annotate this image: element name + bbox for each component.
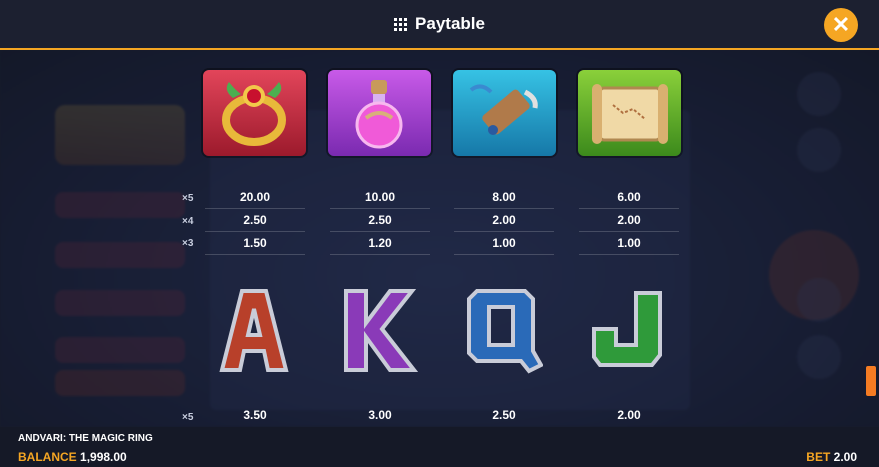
symbol-letter-k: [338, 285, 418, 375]
k-pay-x5: 3.00: [368, 408, 392, 422]
j-pay-x5: 2.00: [617, 408, 641, 422]
bet-value: 2.00: [833, 450, 857, 464]
ring-icon: [222, 82, 286, 146]
potion-pay-x3: 1.20: [368, 236, 392, 250]
ring-pay-x3: 1.50: [243, 236, 267, 250]
close-button[interactable]: ✕: [824, 8, 858, 42]
potion-pay-x4: 2.50: [368, 213, 392, 227]
horn-pay-x5: 8.00: [492, 190, 516, 204]
balance-label: BALANCE: [18, 450, 77, 464]
row-divider: [330, 231, 430, 232]
row-divider: [454, 231, 554, 232]
footer-bar: ANDVARI: THE MAGIC RING BALANCE 1,998.00…: [0, 427, 879, 467]
balance-display: BALANCE 1,998.00: [18, 450, 127, 464]
letter-q-icon: [467, 289, 543, 374]
row-divider: [579, 208, 679, 209]
map-scroll-icon: [592, 84, 668, 144]
page-title: Paytable: [415, 14, 485, 33]
close-icon: ✕: [831, 12, 851, 37]
letter-j-icon: [592, 291, 662, 367]
row-divider: [205, 254, 305, 255]
letter-a-icon: [219, 289, 289, 372]
symbol-letter-q: [463, 285, 543, 375]
symbol-ring: [203, 70, 306, 156]
symbol-map: [578, 70, 681, 156]
bet-label: BET: [806, 450, 831, 464]
row-divider: [205, 231, 305, 232]
map-pay-x3: 1.00: [617, 236, 641, 250]
scrollbar-thumb[interactable]: [866, 366, 876, 396]
paytable-overlay: [0, 50, 879, 427]
q-pay-x5: 2.50: [492, 408, 516, 422]
row-divider: [454, 254, 554, 255]
ring-pay-x5: 20.00: [239, 190, 271, 204]
horn-pay-x3: 1.00: [492, 236, 516, 250]
row-divider: [330, 208, 430, 209]
potion-icon: [355, 80, 403, 149]
multiplier-x4: ×4: [182, 216, 194, 227]
row-divider: [205, 208, 305, 209]
row-divider: [579, 231, 679, 232]
symbol-letter-a: [214, 285, 294, 375]
multiplier-x3: ×3: [182, 238, 194, 249]
symbol-horn: [453, 70, 556, 156]
grid-icon: [394, 17, 408, 31]
paytable-header: Paytable ✕: [0, 0, 879, 50]
multiplier-x5-bottom: ×5: [182, 412, 194, 423]
map-pay-x4: 2.00: [617, 213, 641, 227]
horn-icon: [469, 84, 538, 135]
row-divider: [454, 208, 554, 209]
potion-pay-x5: 10.00: [364, 190, 396, 204]
letter-k-icon: [344, 289, 418, 372]
balance-value: 1,998.00: [80, 450, 127, 464]
a-pay-x5: 3.50: [243, 408, 267, 422]
row-divider: [579, 254, 679, 255]
horn-pay-x4: 2.00: [492, 213, 516, 227]
row-divider: [330, 254, 430, 255]
map-pay-x5: 6.00: [617, 190, 641, 204]
ring-pay-x4: 2.50: [243, 213, 267, 227]
multiplier-x5: ×5: [182, 193, 194, 204]
symbol-potion: [328, 70, 431, 156]
bet-display: BET 2.00: [806, 450, 857, 464]
game-name: ANDVARI: THE MAGIC RING: [18, 433, 153, 444]
symbol-letter-j: [590, 285, 670, 375]
